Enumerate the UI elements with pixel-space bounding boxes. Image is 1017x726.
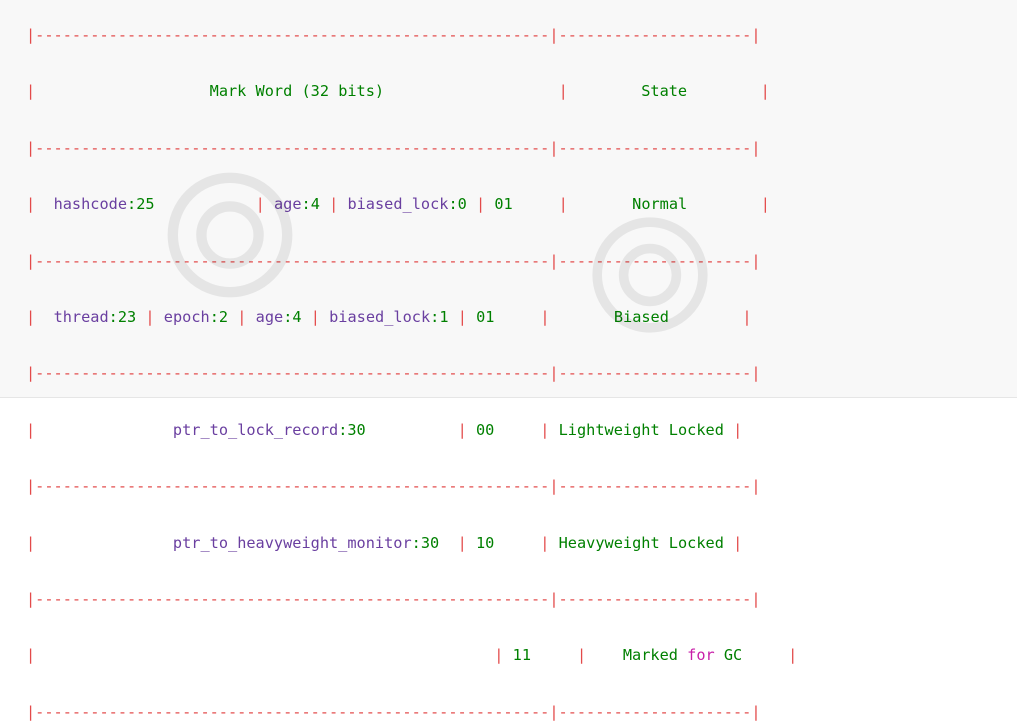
table-divider: |---------------------------------------… xyxy=(26,138,761,157)
field-ptr-to-heavyweight-monitor: ptr_to_heavyweight_monitor xyxy=(172,533,412,552)
table-row-biased: | thread:23 | epoch:2 | age:4 | biased_l… xyxy=(26,307,752,326)
table-row-heavyweight: | ptr_to_heavyweight_monitor:30 | 10 | H… xyxy=(26,533,743,552)
table-divider: |---------------------------------------… xyxy=(26,589,761,608)
field-bits: 4 xyxy=(292,307,302,326)
field-sep: : xyxy=(108,307,118,326)
table-row-normal: | hashcode:25 | age:4 | biased_lock:0 | … xyxy=(26,195,770,214)
table-row-lightweight: | ptr_to_lock_record:30 | 00 | Lightweig… xyxy=(26,420,743,439)
lock-bits: 10 xyxy=(475,533,495,552)
field-sep: : xyxy=(411,533,421,552)
field-sep: : xyxy=(209,307,219,326)
header-title-bits: 32 xyxy=(310,82,330,101)
header-state: State xyxy=(641,82,688,101)
field-bits: 0 xyxy=(457,195,467,214)
header-row: | Mark Word (32 bits) | State | xyxy=(26,82,770,101)
table-divider: |---------------------------------------… xyxy=(26,251,761,270)
field-age: age xyxy=(273,195,302,214)
table-divider: |---------------------------------------… xyxy=(26,364,761,383)
field-age: age xyxy=(255,307,284,326)
table-divider: |---------------------------------------… xyxy=(26,477,761,496)
field-thread: thread xyxy=(53,307,109,326)
field-biased-lock: biased_lock xyxy=(347,195,449,214)
field-bits: 4 xyxy=(310,195,320,214)
table-border-top: |---------------------------------------… xyxy=(26,26,761,44)
field-sep: : xyxy=(430,307,440,326)
field-bits: 2 xyxy=(218,307,229,326)
table-row-marked-for-gc: | | 11 | Marked for GC | xyxy=(26,646,798,665)
field-ptr-to-lock-record: ptr_to_lock_record xyxy=(172,420,339,439)
header-title-suffix: bits) xyxy=(329,82,385,101)
field-bits: 30 xyxy=(347,420,366,439)
state-keyword: for xyxy=(687,646,715,665)
field-bits: 25 xyxy=(136,195,155,214)
field-bits: 1 xyxy=(439,307,449,326)
field-bits: 30 xyxy=(420,533,440,552)
field-bits: 23 xyxy=(117,307,137,326)
field-biased-lock: biased_lock xyxy=(329,307,431,326)
state-label-suffix: GC xyxy=(714,646,743,665)
mark-word-table: |---------------------------------------… xyxy=(26,21,797,726)
field-epoch: epoch xyxy=(163,307,210,326)
state-label: Heavyweight Locked xyxy=(558,533,724,552)
lock-bits: 00 xyxy=(475,420,495,439)
field-sep: : xyxy=(127,195,137,214)
field-sep: : xyxy=(283,307,293,326)
lock-bits: 01 xyxy=(476,307,495,326)
table-border-bottom: |---------------------------------------… xyxy=(26,702,761,721)
lock-bits: 01 xyxy=(494,195,513,214)
state-label: Biased xyxy=(613,307,669,326)
field-sep: : xyxy=(448,195,458,214)
field-sep: : xyxy=(338,420,348,439)
header-title-text: Mark Word ( xyxy=(209,82,311,101)
state-label: Normal xyxy=(632,195,688,214)
code-block: |---------------------------------------… xyxy=(0,0,1017,721)
lock-bits: 11 xyxy=(512,646,532,665)
field-sep: : xyxy=(301,195,311,214)
state-label: Lightweight Locked xyxy=(558,420,724,439)
field-hashcode: hashcode xyxy=(53,195,128,214)
state-label: Marked xyxy=(622,646,688,665)
